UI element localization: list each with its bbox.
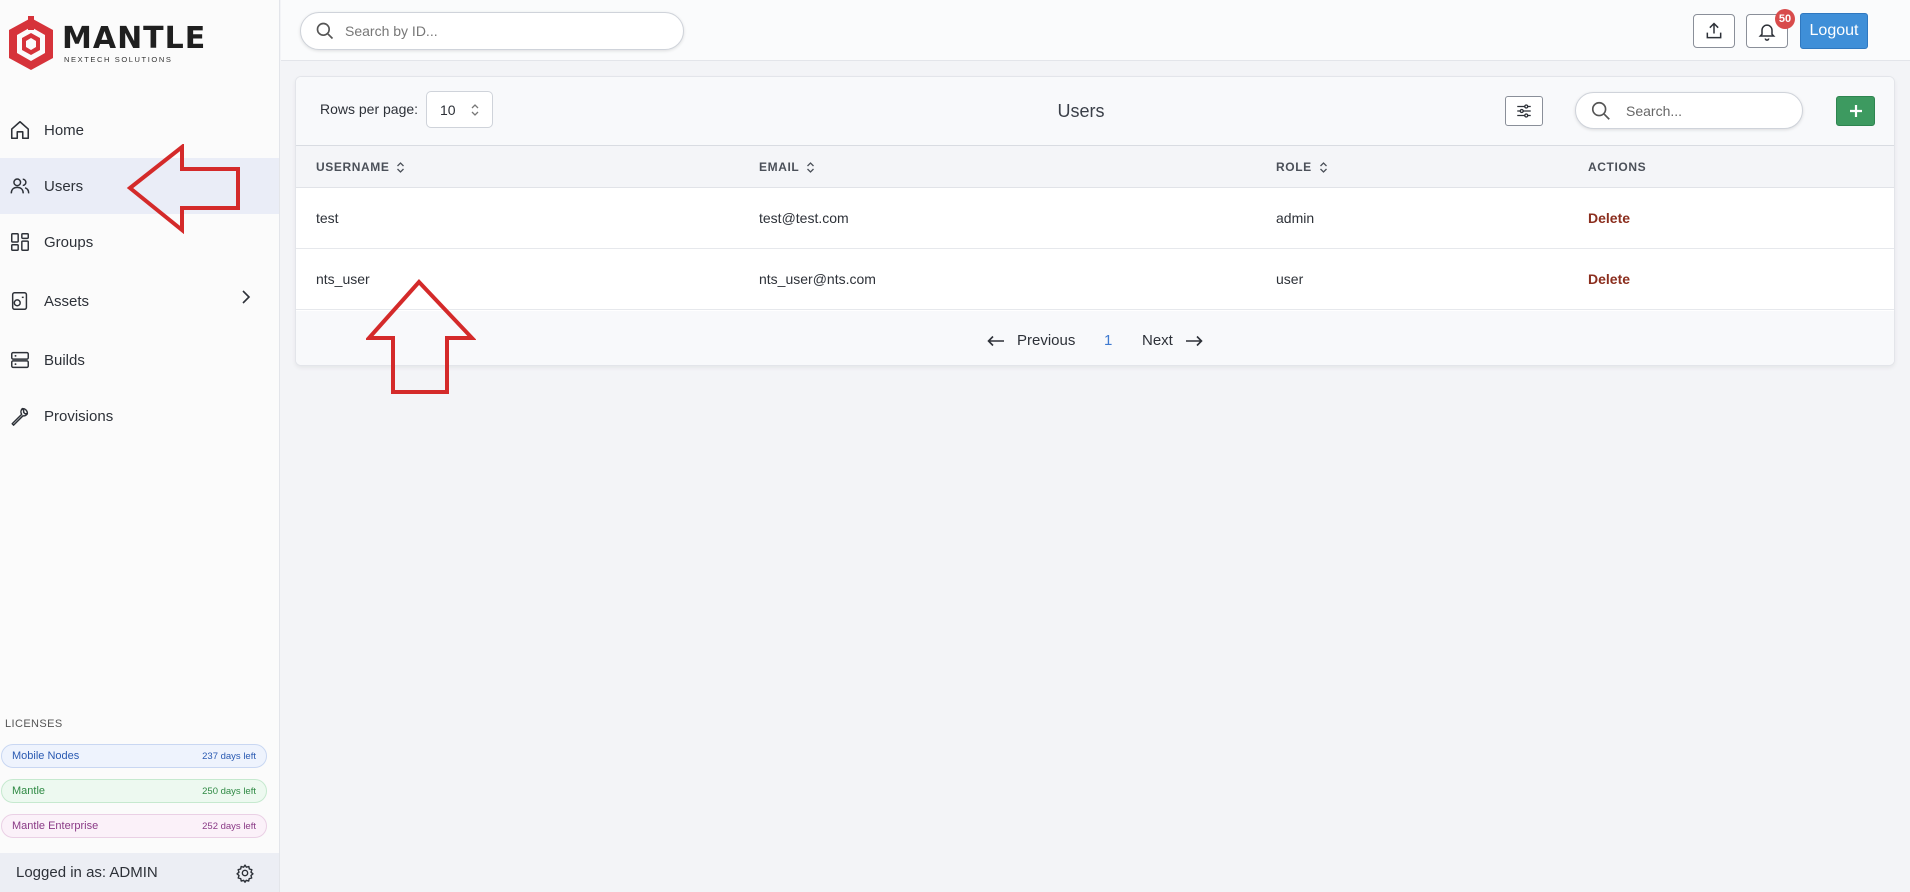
wrench-icon bbox=[8, 404, 32, 428]
license-days: 250 days left bbox=[202, 785, 256, 797]
mantle-logo-icon bbox=[9, 16, 53, 70]
home-icon bbox=[8, 118, 32, 142]
page-number-current[interactable]: 1 bbox=[1104, 332, 1112, 349]
rows-per-page-select[interactable]: 10 bbox=[426, 91, 493, 128]
table-row: test test@test.com admin Delete bbox=[296, 188, 1894, 249]
sort-icon bbox=[807, 161, 815, 173]
sidebar-item-label: Home bbox=[44, 121, 85, 139]
license-badge-mobile-nodes: Mobile Nodes 237 days left bbox=[1, 744, 267, 768]
column-label: USERNAME bbox=[316, 160, 390, 174]
sidebar: MANTLE NEXTECH SOLUTIONS Home Users Grou… bbox=[0, 0, 280, 892]
license-badge-mantle-enterprise: Mantle Enterprise 252 days left bbox=[1, 814, 267, 838]
license-name: Mantle Enterprise bbox=[12, 820, 99, 832]
sidebar-nav: Home Users Groups Assets Builds Provisio… bbox=[0, 102, 279, 444]
sidebar-item-assets[interactable]: Assets bbox=[0, 270, 279, 332]
column-label: ACTIONS bbox=[1588, 160, 1647, 174]
sidebar-item-label: Groups bbox=[44, 233, 94, 251]
upload-icon bbox=[1706, 22, 1722, 39]
users-table-card: Rows per page: 10 Users USERNAME EMAIL R… bbox=[295, 76, 1895, 366]
search-icon bbox=[316, 22, 334, 40]
search-icon bbox=[1591, 101, 1610, 120]
plus-icon bbox=[1849, 105, 1862, 117]
brand-tagline: NEXTECH SOLUTIONS bbox=[64, 55, 173, 64]
sidebar-item-users[interactable]: Users bbox=[0, 158, 279, 214]
brand-logo[interactable]: MANTLE NEXTECH SOLUTIONS bbox=[6, 16, 206, 72]
delete-button[interactable]: Delete bbox=[1588, 271, 1630, 287]
sidebar-item-home[interactable]: Home bbox=[0, 102, 279, 158]
column-header-actions: ACTIONS bbox=[1588, 160, 1646, 174]
license-name: Mobile Nodes bbox=[12, 750, 80, 762]
id-search-input[interactable] bbox=[345, 23, 645, 39]
arrow-right-icon bbox=[1185, 335, 1203, 346]
delete-button[interactable]: Delete bbox=[1588, 210, 1630, 226]
logged-in-bar: Logged in as: ADMIN bbox=[0, 853, 279, 892]
column-label: EMAIL bbox=[759, 160, 800, 174]
sort-icon bbox=[1319, 161, 1327, 173]
column-header-role[interactable]: ROLE bbox=[1276, 160, 1328, 174]
license-badge-mantle: Mantle 250 days left bbox=[1, 779, 267, 803]
username-cell: test bbox=[316, 210, 339, 226]
license-days: 252 days left bbox=[202, 820, 256, 832]
previous-page-button[interactable]: Previous bbox=[987, 332, 1075, 349]
sidebar-item-label: Provisions bbox=[44, 407, 114, 425]
notification-count-badge: 50 bbox=[1775, 9, 1795, 29]
rows-per-page-value: 10 bbox=[440, 101, 456, 118]
license-name: Mantle bbox=[12, 785, 46, 797]
next-label: Next bbox=[1142, 332, 1173, 349]
column-header-email[interactable]: EMAIL bbox=[759, 160, 815, 174]
logged-in-text: Logged in as: ADMIN bbox=[16, 864, 158, 881]
sidebar-item-builds[interactable]: Builds bbox=[0, 332, 279, 388]
page-title: Users bbox=[1057, 101, 1105, 121]
role-cell: admin bbox=[1276, 210, 1315, 226]
pagination: Previous 1 Next bbox=[296, 311, 1894, 365]
column-header-username[interactable]: USERNAME bbox=[316, 160, 405, 174]
sidebar-item-label: Users bbox=[44, 177, 84, 195]
column-label: ROLE bbox=[1276, 160, 1312, 174]
add-user-button[interactable] bbox=[1836, 96, 1875, 126]
licenses-heading: LICENSES bbox=[5, 718, 63, 730]
email-cell: nts_user@nts.com bbox=[759, 271, 876, 287]
brand-name: MANTLE bbox=[62, 21, 207, 56]
bell-icon bbox=[1758, 24, 1776, 41]
server-icon bbox=[8, 348, 32, 372]
sidebar-item-provisions[interactable]: Provisions bbox=[0, 388, 279, 444]
rows-per-page-label: Rows per page: bbox=[320, 101, 419, 117]
topbar: 50 Logout bbox=[281, 0, 1910, 61]
sort-icon bbox=[397, 161, 405, 173]
upload-button[interactable] bbox=[1693, 14, 1735, 48]
filter-settings-button[interactable] bbox=[1505, 96, 1543, 126]
email-cell: test@test.com bbox=[759, 210, 849, 226]
table-row: nts_user nts_user@nts.com user Delete bbox=[296, 249, 1894, 310]
next-page-button[interactable]: Next bbox=[1142, 332, 1203, 349]
username-cell: nts_user bbox=[316, 271, 370, 287]
sidebar-item-label: Assets bbox=[44, 292, 90, 310]
table-header: USERNAME EMAIL ROLE ACTIONS bbox=[296, 146, 1894, 188]
sliders-icon bbox=[1517, 104, 1531, 118]
gear-icon[interactable] bbox=[235, 863, 255, 883]
arrow-left-icon bbox=[987, 335, 1004, 346]
id-search-box[interactable] bbox=[300, 12, 684, 50]
previous-label: Previous bbox=[1017, 332, 1076, 349]
table-toolbar: Rows per page: 10 Users bbox=[296, 77, 1894, 146]
logout-button[interactable]: Logout bbox=[1800, 13, 1868, 49]
table-search-input[interactable] bbox=[1626, 102, 1786, 119]
select-arrows-icon bbox=[471, 104, 479, 116]
assets-icon bbox=[8, 289, 32, 313]
table-search-box[interactable] bbox=[1575, 92, 1803, 129]
role-cell: user bbox=[1276, 271, 1304, 287]
chevron-right-icon[interactable] bbox=[237, 288, 255, 306]
sidebar-item-label: Builds bbox=[44, 351, 85, 369]
license-days: 237 days left bbox=[202, 750, 256, 762]
notifications-button[interactable]: 50 bbox=[1746, 9, 1795, 48]
sidebar-item-groups[interactable]: Groups bbox=[0, 214, 279, 270]
users-icon bbox=[8, 174, 32, 198]
grid-icon bbox=[8, 230, 32, 254]
